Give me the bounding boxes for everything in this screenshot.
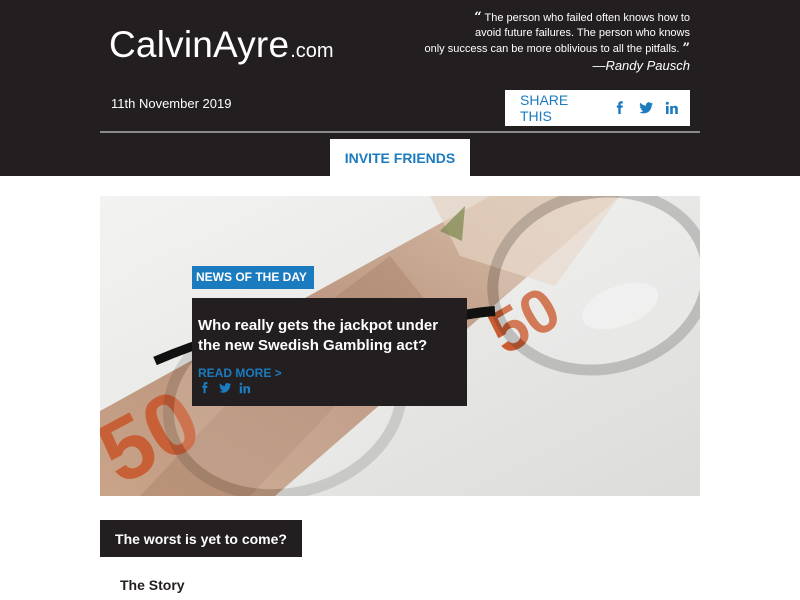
issue-date: 11th November 2019: [111, 96, 232, 111]
linkedin-icon[interactable]: [238, 381, 252, 395]
email-header: CalvinAyre.com “ The person who failed o…: [0, 0, 800, 176]
logo-name: CalvinAyre: [109, 24, 290, 65]
invite-friends-button[interactable]: INVITE FRIENDS: [330, 139, 470, 176]
quote-line-3-text: only success can be more oblivious to al…: [424, 43, 680, 55]
header-quote: “ The person who failed often knows how …: [370, 10, 690, 73]
close-quote-icon: ”: [682, 41, 690, 56]
feature-share-icons: [198, 381, 258, 395]
read-more-link[interactable]: READ MORE >: [198, 366, 282, 380]
twitter-icon[interactable]: [638, 100, 654, 116]
story-label: The Story: [120, 577, 185, 593]
news-of-the-day-badge: NEWS OF THE DAY: [192, 266, 314, 289]
quote-line-3: only success can be more oblivious to al…: [370, 41, 690, 57]
facebook-icon[interactable]: [612, 100, 628, 116]
section-title: The worst is yet to come?: [100, 520, 302, 557]
quote-line-1: “ The person who failed often knows how …: [370, 10, 690, 26]
share-box: SHARE THIS: [505, 90, 690, 126]
feature-card: Who really gets the jackpot under the ne…: [192, 298, 467, 406]
twitter-icon[interactable]: [218, 381, 232, 395]
linkedin-icon[interactable]: [664, 100, 680, 116]
header-divider: [100, 131, 700, 133]
quote-line-2: avoid future failures. The person who kn…: [474, 27, 690, 39]
facebook-icon[interactable]: [198, 381, 212, 395]
logo-tld: .com: [290, 40, 334, 62]
quote-line-1-text: The person who failed often knows how to: [484, 12, 690, 24]
open-quote-icon: “: [474, 10, 482, 25]
quote-author: —Randy Pausch: [592, 58, 690, 73]
calvinayre-logo[interactable]: CalvinAyre.com: [109, 24, 334, 66]
share-label: SHARE THIS: [520, 92, 569, 124]
feature-title[interactable]: Who really gets the jackpot under the ne…: [198, 316, 463, 356]
